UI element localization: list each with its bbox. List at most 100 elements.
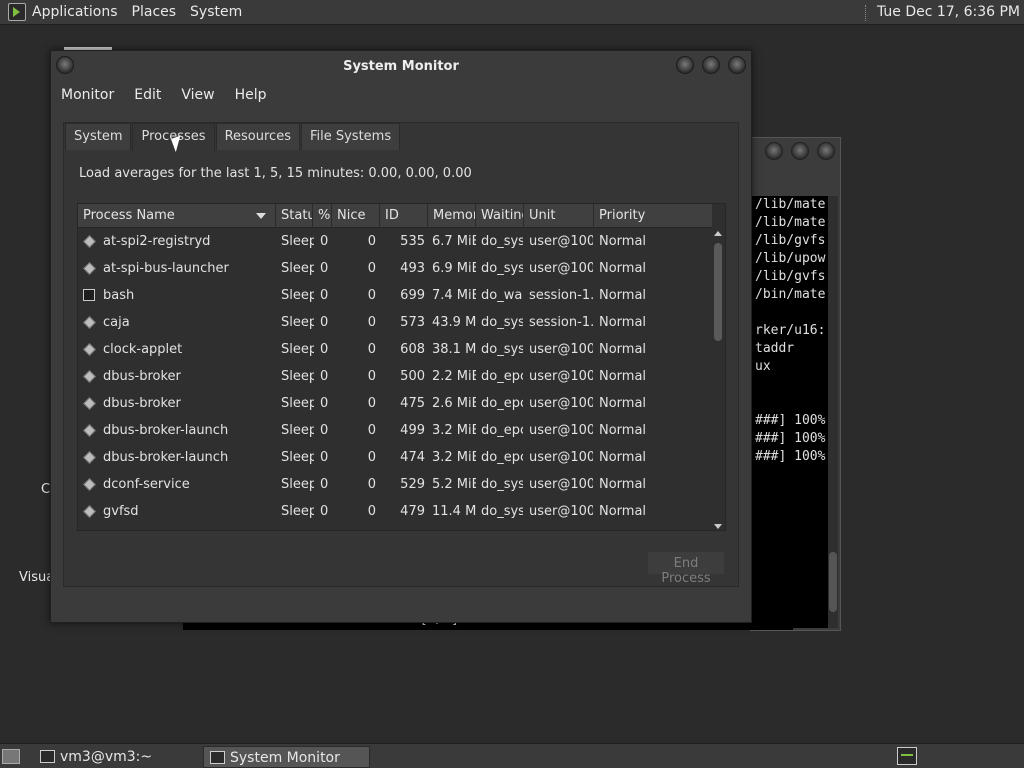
tab-file-systems[interactable]: File Systems [300, 123, 401, 150]
cell-unit: user@100 [529, 477, 593, 492]
scroll-up-icon[interactable] [714, 231, 722, 236]
menu-system[interactable]: System [190, 4, 242, 20]
table-row[interactable]: bash Sleep 0 0 699 7.4 MiE do_wa session-1.s Nor… [78, 283, 712, 310]
menu-places[interactable]: Places [132, 4, 177, 20]
menu-bar: Monitor Edit View Help [51, 83, 277, 109]
column-id[interactable]: ID [380, 204, 428, 228]
table-row[interactable]: dbus-broker-launch Sleep 0 0 474 3.2 MiE do_ep… [78, 445, 712, 472]
column-unit[interactable]: Unit [524, 204, 594, 228]
menu-edit[interactable]: Edit [124, 83, 171, 109]
cell-cpu: 0 [320, 450, 329, 465]
column-cpu[interactable]: % [313, 204, 332, 228]
process-name: gvfsd [103, 504, 139, 519]
taskbar-item-terminal[interactable]: vm3@vm3:~ [34, 746, 200, 768]
title-bar[interactable]: System Monitor [51, 51, 751, 83]
cell-nice: 0 [367, 396, 376, 411]
table-row[interactable]: clock-applet Sleep 0 0 608 38.1 M do_sys user@1… [78, 337, 712, 364]
scrollbar-thumb[interactable] [714, 243, 722, 341]
gear-icon [83, 343, 96, 356]
minimize-icon[interactable] [765, 142, 783, 160]
cell-nice: 0 [367, 423, 376, 438]
table-row[interactable]: dconf-service Sleep 0 0 529 5.2 MiE do_sys user… [78, 472, 712, 499]
desktop-icon-label[interactable]: Visua [19, 570, 54, 585]
column-nice[interactable]: Nice [332, 204, 380, 228]
cell-memory: 7.4 MiE [432, 288, 476, 303]
scrollbar-thumb[interactable] [829, 552, 837, 612]
cell-priority: Normal [599, 342, 647, 357]
sort-descending-icon [256, 213, 266, 219]
load-averages: Load averages for the last 1, 5, 15 minu… [79, 166, 472, 181]
cell-unit: user@100 [529, 369, 593, 384]
desktop-icon-label[interactable]: C [41, 482, 50, 497]
cell-cpu: 0 [320, 477, 329, 492]
window-title: System Monitor [343, 59, 459, 74]
show-desktop-icon[interactable] [2, 749, 20, 764]
cell-nice: 0 [367, 288, 376, 303]
menu-help[interactable]: Help [225, 83, 277, 109]
maximize-icon[interactable] [791, 142, 809, 160]
gear-icon [83, 370, 96, 383]
process-name: dbus-broker [103, 369, 181, 384]
minimize-icon[interactable] [676, 56, 694, 74]
terminal-window[interactable]: /lib/mate/lib/mate/lib/gvfs/lib/upow/lib… [750, 137, 841, 631]
column-waiting[interactable]: Waiting [476, 204, 524, 228]
terminal-scrollbar[interactable] [828, 196, 838, 628]
system-monitor-window[interactable]: System Monitor Monitor Edit View Help Sy… [50, 50, 752, 623]
process-name: bash [103, 288, 135, 303]
maximize-icon[interactable] [702, 56, 720, 74]
cell-cpu: 0 [320, 396, 329, 411]
column-memory[interactable]: Memor [428, 204, 476, 228]
taskbar-item-system-monitor[interactable]: System Monitor [203, 746, 370, 768]
column-status[interactable]: Statu [276, 204, 313, 228]
process-name: at-spi2-registryd [103, 234, 211, 249]
system-monitor-applet-icon[interactable] [897, 747, 917, 765]
close-icon[interactable] [728, 56, 746, 74]
cell-cpu: 0 [320, 261, 329, 276]
gear-icon [83, 316, 96, 329]
table-row[interactable]: dbus-broker Sleep 0 0 500 2.2 MiE do_epc user@1… [78, 364, 712, 391]
table-row[interactable]: dbus-broker Sleep 0 0 475 2.6 MiE do_epc user@1… [78, 391, 712, 418]
cell-waiting: do_epc [481, 423, 523, 438]
cell-nice: 0 [367, 315, 376, 330]
terminal-line: /lib/mate [755, 215, 826, 230]
cell-waiting: do_sys [481, 477, 523, 492]
cell-waiting: do_wa [481, 288, 523, 303]
table-row[interactable]: gvfsd Sleep 0 0 479 11.4 Mi do_sys user@100 Norm… [78, 499, 712, 526]
task-label: System Monitor [230, 750, 340, 766]
scroll-down-icon[interactable] [714, 524, 722, 529]
tab-resources[interactable]: Resources [215, 123, 300, 150]
cell-status: Sleep [281, 504, 314, 519]
column-process-name[interactable]: Process Name [78, 204, 276, 228]
menu-applications[interactable]: Applications [32, 4, 118, 20]
process-name: clock-applet [103, 342, 183, 357]
terminal-output[interactable]: /lib/mate/lib/mate/lib/gvfs/lib/upow/lib… [751, 196, 828, 628]
cell-memory: 2.6 MiE [432, 396, 476, 411]
cell-id: 474 [400, 450, 425, 465]
cell-status: Sleep [281, 288, 314, 303]
table-row[interactable]: at-spi2-registryd Sleep 0 0 535 6.7 MiE do_sys… [78, 229, 712, 256]
cell-priority: Normal [599, 369, 647, 384]
cell-nice: 0 [367, 234, 376, 249]
cell-status: Sleep [281, 423, 314, 438]
cell-id: 493 [400, 261, 425, 276]
end-process-button[interactable]: End Process [647, 551, 725, 586]
cell-cpu: 0 [320, 288, 329, 303]
cell-waiting: do_epc [481, 396, 523, 411]
terminal-icon [40, 750, 55, 763]
table-row[interactable]: at-spi-bus-launcher Sleep 0 0 493 6.9 MiE do_s… [78, 256, 712, 283]
table-scrollbar[interactable] [713, 231, 723, 529]
cell-unit: user@100 [529, 396, 593, 411]
table-row[interactable]: caja Sleep 0 0 573 43.9 M do_sys session-1.s Nor… [78, 310, 712, 337]
cell-nice: 0 [367, 261, 376, 276]
applications-menu-icon[interactable] [8, 3, 26, 21]
clock[interactable]: Tue Dec 17, 6:36 PM [864, 4, 1020, 21]
close-icon[interactable] [817, 142, 835, 160]
column-priority[interactable]: Priority [594, 204, 712, 228]
process-table[interactable]: Process Name Statu % Nice ID Memor Waiti… [77, 203, 726, 531]
tab-system[interactable]: System [65, 123, 132, 150]
menu-view[interactable]: View [171, 83, 224, 109]
terminal-line: ux [755, 359, 771, 374]
table-row[interactable]: dbus-broker-launch Sleep 0 0 499 3.2 MiE do_ep… [78, 418, 712, 445]
tab-bar: System Processes Resources File Systems [65, 123, 401, 152]
menu-monitor[interactable]: Monitor [51, 83, 124, 109]
